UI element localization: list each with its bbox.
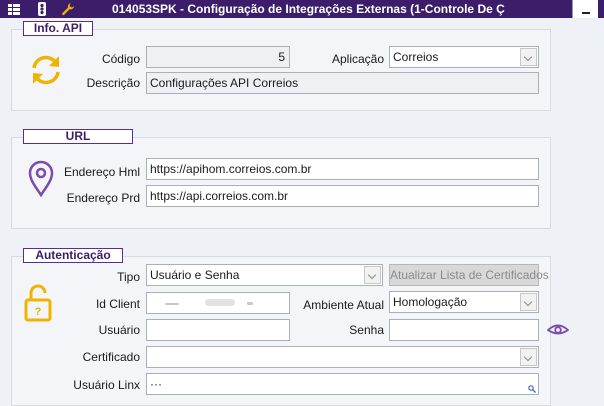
autenticacao-group: Autenticação ? Tipo Usuário e Senha Atua… <box>11 248 569 406</box>
url-group: URL Endereço Hml https://apihom.correios… <box>11 129 551 229</box>
window-title: 014053SPK - Configuração de Integrações … <box>112 2 505 16</box>
autenticacao-legend: Autenticação <box>23 248 123 263</box>
redacted-value <box>205 299 235 306</box>
chevron-down-icon <box>523 297 533 307</box>
tipo-dropdown-button[interactable] <box>364 266 381 284</box>
minimize-button[interactable] <box>572 0 598 18</box>
redacted-value <box>247 302 253 305</box>
ambiente-select[interactable]: Homologação <box>389 291 539 313</box>
aplicacao-select[interactable]: Correios <box>389 46 539 68</box>
descricao-field[interactable]: Configurações API Correios <box>146 72 539 94</box>
chevron-down-icon <box>523 52 533 62</box>
usuario-field[interactable] <box>146 319 290 341</box>
redacted-value <box>165 303 179 305</box>
tipo-label: Tipo <box>117 270 140 284</box>
info-api-legend: Info. API <box>23 21 93 36</box>
svg-text:?: ? <box>35 306 42 318</box>
aplicacao-label: Aplicação <box>331 52 384 66</box>
chevron-down-icon <box>523 352 533 362</box>
ambiente-atual-label: Ambiente Atual <box>303 298 384 312</box>
codigo-field[interactable]: 5 <box>146 46 290 68</box>
id-client-label: Id Client <box>95 297 140 311</box>
app-menu-icon[interactable] <box>6 1 22 17</box>
info-api-group: Info. API Código 5 Aplicação Correios De… <box>11 21 551 111</box>
descricao-label: Descrição <box>86 76 140 90</box>
sync-icon <box>32 55 60 85</box>
certificado-label: Certificado <box>82 350 140 364</box>
wrench-icon[interactable] <box>60 1 76 17</box>
aplicacao-dropdown-button[interactable] <box>520 48 537 66</box>
certificado-dropdown-button[interactable] <box>520 348 537 366</box>
endereco-prd-label: Endereço Prd <box>66 191 140 205</box>
id-client-field[interactable] <box>146 292 290 314</box>
url-legend: URL <box>23 129 133 144</box>
title-bar: 014053SPK - Configuração de Integrações … <box>0 0 604 18</box>
ambiente-value: Homologação <box>393 295 468 309</box>
chevron-down-icon <box>367 270 377 280</box>
tipo-value: Usuário e Senha <box>150 268 240 282</box>
eye-icon[interactable] <box>547 322 569 338</box>
endereco-hml-label: Endereço Hml <box>63 165 140 179</box>
certificado-select[interactable] <box>146 346 539 368</box>
codigo-label: Código <box>101 52 140 66</box>
location-pin-icon <box>28 160 54 198</box>
usuario-linx-value: ··· <box>150 377 162 391</box>
traffic-light-icon[interactable] <box>34 1 50 17</box>
endereco-prd-field[interactable]: https://api.correios.com.br <box>146 185 539 207</box>
search-icon[interactable] <box>528 385 536 393</box>
senha-field[interactable] <box>389 319 539 341</box>
usuario-label: Usuário <box>98 323 140 337</box>
endereco-hml-field[interactable]: https://apihom.correios.com.br <box>146 158 539 180</box>
padlock-icon: ? <box>24 284 52 322</box>
minimize-icon <box>582 12 590 14</box>
usuario-linx-field[interactable]: ··· <box>146 373 539 395</box>
ambiente-dropdown-button[interactable] <box>520 293 537 311</box>
atualizar-certificados-button[interactable]: Atualizar Lista de Certificados <box>389 264 549 286</box>
tipo-select[interactable]: Usuário e Senha <box>146 264 383 286</box>
usuario-linx-label: Usuário Linx <box>73 378 140 392</box>
senha-label: Senha <box>349 323 384 337</box>
aplicacao-value: Correios <box>393 50 439 64</box>
